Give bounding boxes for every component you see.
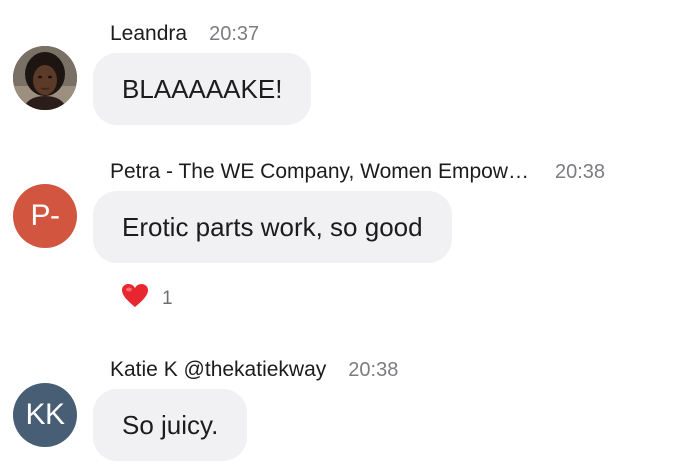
message-header: Katie K @thekatiekway 20:38 xyxy=(110,358,398,382)
message-header: Leandra 20:37 xyxy=(110,22,259,46)
message-bubble[interactable]: So juicy. xyxy=(93,389,248,461)
heart-icon xyxy=(121,283,149,314)
message-bubble[interactable]: Erotic parts work, so good xyxy=(93,191,452,263)
initials-avatar[interactable]: P- xyxy=(13,184,77,248)
message-header: Petra - The WE Company, Women Empow… 20:… xyxy=(110,160,605,184)
reaction-count: 1 xyxy=(162,287,173,309)
sender-name[interactable]: Petra - The WE Company, Women Empow… xyxy=(110,160,529,184)
message-timestamp: 20:37 xyxy=(209,23,260,45)
sender-name[interactable]: Leandra xyxy=(110,22,187,46)
sender-name[interactable]: Katie K @thekatiekway xyxy=(110,358,326,382)
avatar-initials: KK xyxy=(25,398,65,431)
reaction-pill[interactable]: 1 xyxy=(121,283,173,314)
message-timestamp: 20:38 xyxy=(348,359,399,381)
user-photo-icon xyxy=(13,46,77,110)
avatar-initials: P- xyxy=(30,199,61,232)
initials-avatar[interactable]: KK xyxy=(13,383,77,447)
message-timestamp: 20:38 xyxy=(554,161,606,183)
message-bubble[interactable]: BLAAAAAKE! xyxy=(93,53,312,125)
user-photo-avatar[interactable] xyxy=(13,46,77,110)
